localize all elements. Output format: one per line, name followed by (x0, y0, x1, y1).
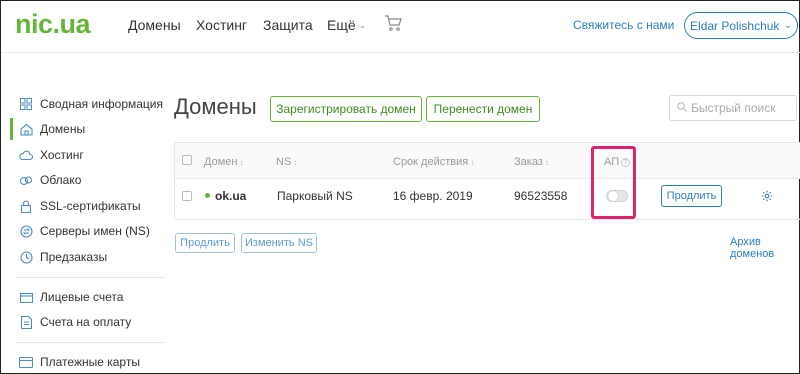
sidebar-item-label: Платежные карты (40, 355, 140, 369)
column-header-domain[interactable]: Домен ↕ (204, 156, 243, 168)
renew-button[interactable]: Продлить (661, 185, 722, 207)
sidebar-item-nameservers[interactable]: Серверы имен (NS) (19, 220, 150, 242)
sort-icon: ↕ (239, 158, 244, 167)
chevron-down-icon: ⌄ (358, 19, 367, 30)
sidebar-item-label: SSL-сертификаты (40, 199, 141, 213)
sidebar-item-ssl[interactable]: SSL-сертификаты (19, 195, 141, 217)
ns-cell: Парковый NS (277, 189, 353, 203)
sidebar-item-label: Хостинг (40, 148, 84, 162)
header-divider (1, 52, 800, 53)
register-domain-button[interactable]: Зарегистрировать домен (270, 96, 422, 122)
contact-link[interactable]: Свяжитесь с нами (573, 18, 674, 32)
sidebar-divider (15, 277, 165, 278)
arrows-circle-icon (19, 224, 33, 238)
column-header-expires[interactable]: Срок действия ↕ (393, 156, 474, 168)
table-header (175, 143, 800, 179)
expires-cell: 16 февр. 2019 (393, 189, 473, 203)
document-icon (19, 315, 33, 329)
home-icon (19, 122, 33, 136)
sidebar-item-label: Лицевые счета (40, 290, 124, 304)
lock-icon (19, 199, 33, 213)
sidebar-item-hosting[interactable]: Хостинг (19, 144, 84, 166)
cloud-icon (19, 148, 33, 162)
transfer-domain-button[interactable]: Перенести домен (426, 96, 540, 122)
sidebar-divider (15, 342, 165, 343)
sidebar-active-indicator (10, 118, 13, 140)
sidebar-item-label: Серверы имен (NS) (40, 224, 150, 238)
sidebar-item-preorders[interactable]: Предзаказы (19, 246, 107, 268)
sidebar-item-invoices[interactable]: Счета на оплату (19, 311, 131, 333)
select-all-checkbox[interactable] (182, 155, 192, 165)
sidebar-item-domains[interactable]: Домены (19, 118, 85, 140)
sidebar-item-label: Облако (40, 173, 82, 187)
user-menu-button[interactable]: Eldar Polishchuk ⌄ (684, 12, 798, 39)
sidebar-item-dashboard[interactable]: Сводная информация (19, 93, 163, 115)
sidebar-item-cloud[interactable]: Облако (19, 169, 81, 191)
nav-more-label: Ещё (327, 17, 356, 33)
search-placeholder: Быстрый поиск (691, 101, 776, 115)
column-header-order[interactable]: Заказ ↕ (514, 156, 549, 168)
sidebar-item-label: Сводная информация (40, 97, 163, 111)
cart-icon[interactable] (384, 14, 402, 32)
bulk-renew-button[interactable]: Продлить (175, 233, 235, 253)
search-icon (677, 101, 687, 115)
sidebar-item-label: Предзаказы (40, 250, 108, 264)
bulk-change-ns-button[interactable]: Изменить NS (241, 233, 317, 253)
sidebar-item-cards[interactable]: Платежные карты (19, 351, 140, 373)
sidebar-item-accounts[interactable]: Лицевые счета (19, 286, 123, 308)
sidebar-item-label: Домены (40, 122, 86, 136)
status-active-dot (205, 193, 210, 198)
sort-icon: ↕ (470, 158, 475, 167)
domain-archive-link[interactable]: Архив доменов (730, 236, 799, 260)
chevron-down-icon: ⌄ (784, 20, 792, 30)
gear-icon[interactable] (761, 189, 773, 207)
nav-domains[interactable]: Домены (128, 17, 181, 33)
sort-icon: ↕ (544, 158, 549, 167)
row-checkbox[interactable] (182, 191, 192, 201)
cloud-layers-icon (19, 173, 33, 187)
quick-search-input[interactable]: Быстрый поиск (669, 95, 797, 121)
user-name: Eldar Polishchuk (690, 18, 780, 33)
autorenew-highlight (591, 146, 636, 219)
sort-icon: ↕ (293, 158, 298, 167)
nav-protection[interactable]: Защита (263, 17, 313, 33)
wallet-icon (19, 290, 33, 304)
nav-hosting[interactable]: Хостинг (196, 17, 247, 33)
page-title: Домены (174, 94, 257, 119)
order-cell[interactable]: 96523558 (514, 189, 567, 203)
card-icon (19, 355, 33, 369)
logo[interactable]: nic.ua (15, 9, 91, 40)
column-header-ns[interactable]: NS ↕ (276, 156, 297, 168)
domain-link[interactable]: ok.ua (215, 189, 246, 203)
sidebar-item-label: Счета на оплату (40, 315, 132, 329)
nav-more[interactable]: Ещё ⌄ (327, 17, 366, 33)
dashboard-grid-icon (19, 97, 33, 111)
clock-icon (19, 250, 33, 264)
